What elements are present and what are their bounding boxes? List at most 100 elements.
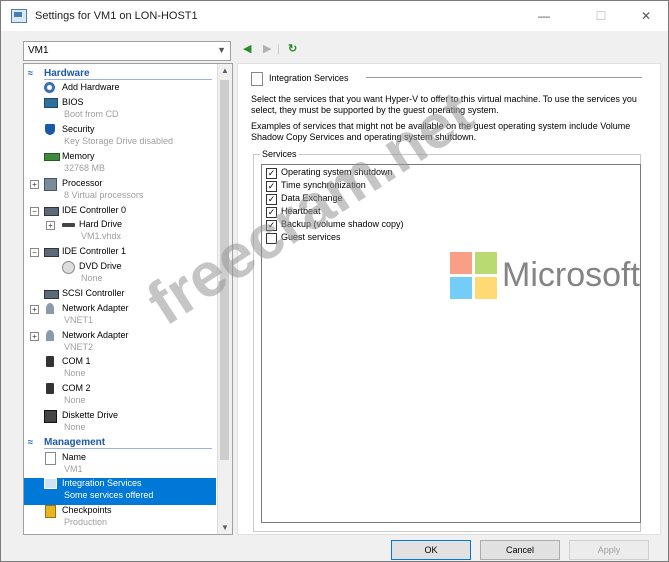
section-divider [44,448,212,449]
tree-item-sub: VM1 [64,464,83,474]
tree-item-sub: None [64,422,86,432]
shield-icon [45,124,55,135]
tree-item-sub: None [64,368,86,378]
panel-divider [366,77,642,78]
tree-item-label: Checkpoints [62,505,112,515]
back-arrow-icon[interactable]: ◀ [243,43,251,55]
scroll-up-icon[interactable]: ▲ [221,66,229,75]
tree-item-sub: 8 Virtual processors [64,190,144,200]
collapse-chevron-icon[interactable]: ≈ [28,68,33,78]
tree-item-label: Processor [62,178,103,188]
tree-item-diskette-drive[interactable]: Diskette Drive None [24,410,216,437]
tree-item-label: Name [62,452,87,462]
window-title: Settings for VM1 on LON-HOST1 [35,10,198,22]
services-group-label: Services [260,149,299,159]
processor-icon [44,178,57,191]
ok-button[interactable]: OK [391,540,471,560]
tree-item-label: COM 2 [62,383,91,393]
close-button[interactable]: ✕ [631,7,661,25]
com-port-icon [46,356,54,367]
tree-item-sub: VM1.vhdx [81,231,122,241]
collapse-minus-icon[interactable]: − [30,207,39,216]
memory-icon [44,153,60,161]
document-icon [251,72,263,86]
com-port-icon [46,383,54,394]
tree-item-sub: Key Storage Drive disabled [64,136,174,146]
hardware-section-header[interactable]: ≈ Hardware [24,68,216,80]
tree-item-label: Diskette Drive [62,410,119,420]
settings-app-icon [11,9,27,23]
name-tag-icon [45,452,56,465]
chevron-down-icon: ▼ [217,45,226,55]
tree-item-label: COM 1 [62,356,91,366]
tree-item-label: Integration Services [62,478,142,488]
title-bar: Settings for VM1 on LON-HOST1 — ☐ ✕ [1,1,668,31]
ide-controller-icon [44,207,59,216]
tree-item-integration-services[interactable]: Integration Services Some services offer… [24,478,216,505]
tree-item-sub: 32768 MB [64,163,106,173]
scsi-controller-icon [44,290,59,299]
expand-plus-icon[interactable]: + [30,332,39,341]
tree-item-sub: VNET2 [64,342,94,352]
tree-item-label: Network Adapter [62,330,129,340]
bios-chip-icon [44,98,58,108]
expand-plus-icon[interactable]: + [30,305,39,314]
management-header-label: Management [44,437,106,448]
tree-item-memory[interactable]: Memory 32768 MB [24,151,216,178]
nav-separator: | [277,43,280,55]
tree-item-com-1[interactable]: COM 1 None [24,356,216,383]
microsoft-brand-text: Microsoft [502,256,640,294]
tree-item-label: Network Adapter [62,303,129,313]
vm-selector[interactable]: VM1 ▼ [23,41,231,61]
tree-item-sub: Production [64,517,108,527]
network-adapter-icon [46,303,54,314]
tree-item-com-2[interactable]: COM 2 None [24,383,216,410]
network-adapter-icon [46,330,54,341]
tree-item-sub: None [64,395,86,405]
tree-item-label: SCSI Controller [62,288,125,298]
diskette-icon [44,410,57,423]
tree-item-bios[interactable]: BIOS Boot from CD [24,97,216,124]
tree-item-label: Security [62,124,95,134]
expand-plus-icon[interactable]: + [30,180,39,189]
ide-controller-icon [44,248,59,257]
tree-item-hard-drive[interactable]: + Hard Drive VM1.vhdx [24,219,216,246]
dvd-drive-icon [62,261,75,274]
tree-item-label: Memory [62,151,95,161]
tree-item-name[interactable]: Name VM1 [24,452,216,479]
tree-item-label: Add Hardware [62,82,120,92]
vm-selector-value: VM1 [28,45,49,56]
maximize-button: ☐ [595,9,607,23]
forward-arrow-icon: ▶ [263,43,272,55]
apply-button: Apply [569,540,649,560]
hard-drive-icon [62,223,75,227]
section-divider [44,79,212,80]
cancel-button[interactable]: Cancel [480,540,560,560]
microsoft-logo-icon [450,252,498,300]
tree-item-label: DVD Drive [79,261,122,271]
tree-item-label: Hard Drive [79,219,123,229]
tree-item-sub: VNET1 [64,315,94,325]
tree-item-network-adapter-2[interactable]: + Network Adapter VNET2 [24,330,216,357]
tree-item-label: IDE Controller 0 [62,205,127,215]
panel-title: Integration Services [269,73,349,83]
management-section-header[interactable]: ≈ Management [24,437,216,449]
refresh-icon[interactable]: ↻ [288,43,297,55]
tree-item-sub: None [81,273,103,283]
scroll-down-icon[interactable]: ▼ [221,523,229,532]
tree-item-label: BIOS [62,97,84,107]
tree-item-security[interactable]: Security Key Storage Drive disabled [24,124,216,151]
tree-item-checkpoints[interactable]: Checkpoints Production [24,505,216,532]
tree-item-sub: Some services offered [64,490,154,500]
tree-item-label: IDE Controller 1 [62,246,127,256]
expand-plus-icon[interactable]: + [46,221,55,230]
collapse-minus-icon[interactable]: − [30,248,39,257]
integration-services-icon [44,478,57,489]
checkpoints-icon [45,505,56,518]
collapse-chevron-icon[interactable]: ≈ [28,437,33,447]
minimize-button[interactable]: — [529,7,559,25]
hardware-header-label: Hardware [44,68,90,79]
tree-item-processor[interactable]: + Processor 8 Virtual processors [24,178,216,205]
service-checkbox[interactable]: ✓ [266,168,277,179]
add-hardware-icon [44,82,55,93]
